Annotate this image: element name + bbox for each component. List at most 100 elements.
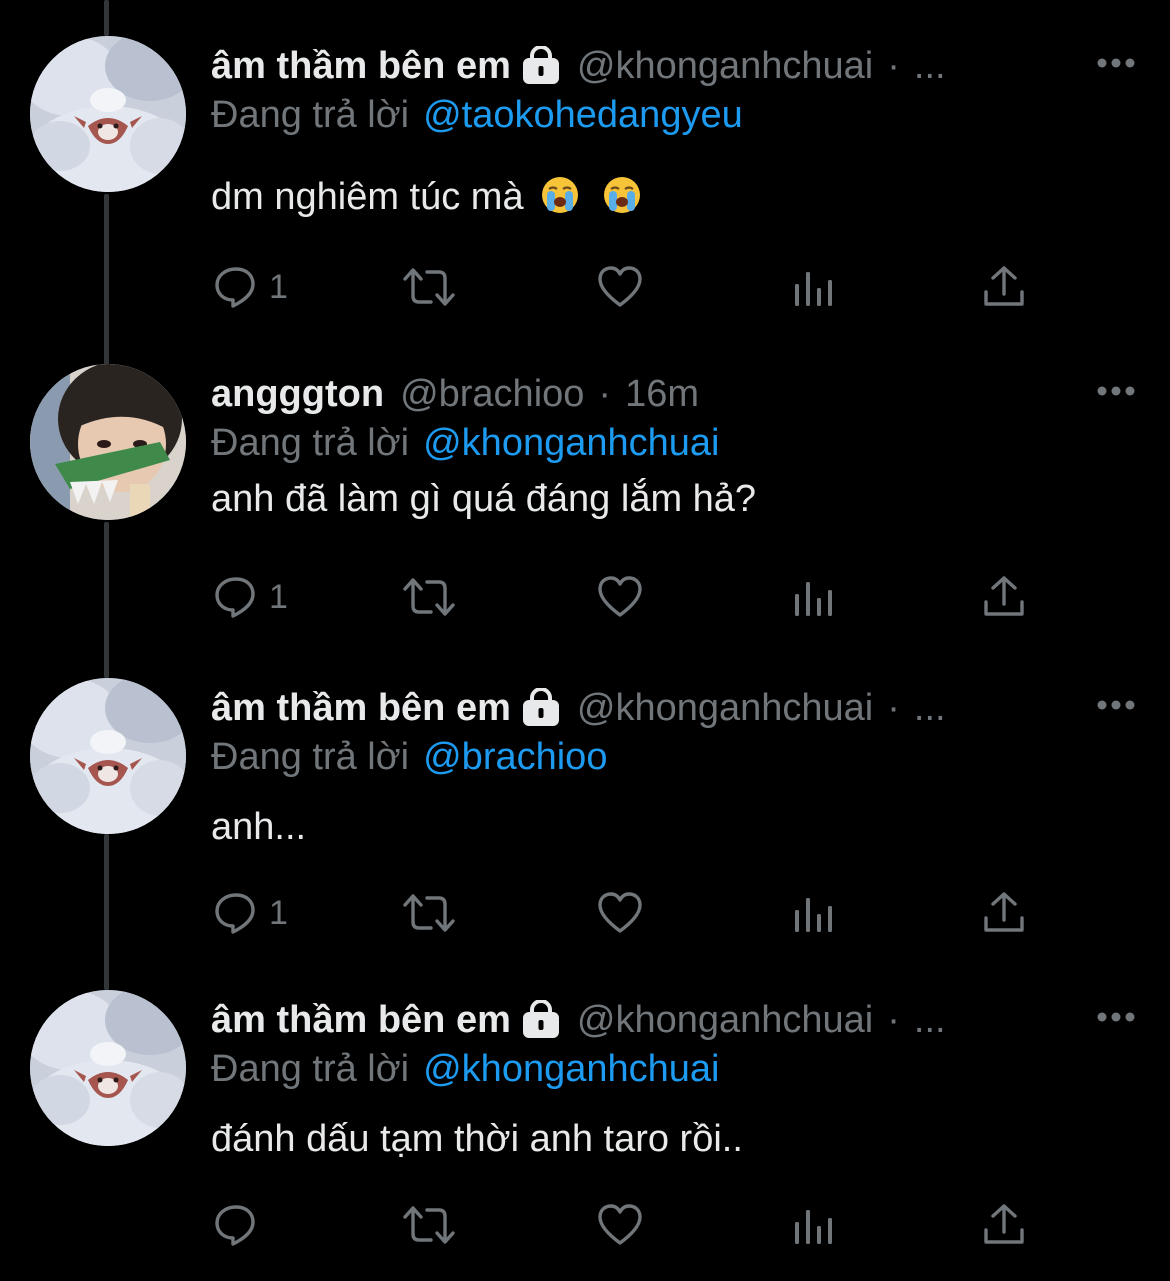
timestamp[interactable]: ... bbox=[914, 682, 946, 734]
tweet[interactable]: angggton @brachioo · 16m Đang trả lời @kh… bbox=[0, 328, 1170, 640]
avatar[interactable] bbox=[30, 678, 186, 834]
like-button[interactable] bbox=[597, 888, 643, 938]
tweet-body: anh... bbox=[211, 806, 307, 848]
tweet-actions: 1 bbox=[211, 888, 1041, 938]
bambi-avatar-image bbox=[30, 36, 186, 192]
analytics-icon bbox=[795, 582, 832, 616]
replying-label: Đang trả lời bbox=[211, 736, 410, 778]
tweet-text: anh... bbox=[211, 802, 306, 852]
views-button[interactable] bbox=[791, 572, 837, 622]
heart-icon bbox=[598, 576, 642, 617]
tweet-body: dm nghiêm túc mà bbox=[211, 176, 524, 218]
retweet-button[interactable] bbox=[401, 1200, 457, 1250]
tweet-body: đánh dấu tạm thời anh taro rồi.. bbox=[211, 1118, 743, 1160]
share-button[interactable] bbox=[981, 888, 1027, 938]
like-button[interactable] bbox=[597, 262, 643, 312]
user-handle[interactable]: @brachioo bbox=[400, 368, 584, 420]
replying-label: Đang trả lời bbox=[211, 1048, 410, 1090]
reply-icon bbox=[215, 577, 255, 618]
reply-button[interactable] bbox=[213, 1200, 269, 1250]
views-button[interactable] bbox=[791, 888, 837, 938]
tweet-text: dm nghiêm túc mà bbox=[211, 172, 642, 222]
display-name[interactable]: angggton bbox=[211, 368, 384, 420]
mention-link[interactable]: @khonganhchuai bbox=[423, 422, 719, 464]
separator: · bbox=[887, 45, 900, 87]
analytics-icon bbox=[795, 272, 832, 306]
analytics-icon bbox=[795, 1210, 832, 1244]
mention-link[interactable]: @khonganhchuai bbox=[423, 1048, 719, 1090]
replying-to: Đang trả lời @taokohedangyeu bbox=[211, 90, 743, 140]
avatar[interactable] bbox=[30, 36, 186, 192]
tweet-text: anh đã làm gì quá đáng lắm hả? bbox=[211, 474, 756, 524]
reply-button[interactable]: 1 bbox=[213, 888, 288, 938]
person-avatar-image bbox=[30, 364, 186, 520]
separator: · bbox=[887, 999, 900, 1041]
bambi-avatar-image bbox=[30, 678, 186, 834]
like-button[interactable] bbox=[597, 1200, 643, 1250]
heart-icon bbox=[598, 266, 642, 307]
tweet[interactable]: âm thầm bên em @khonganhchuai · ... Đang… bbox=[0, 642, 1170, 954]
mention-link[interactable]: @brachioo bbox=[423, 736, 607, 778]
tweet[interactable]: âm thầm bên em @khonganhchuai · ... Đang… bbox=[0, 954, 1170, 1266]
more-icon[interactable] bbox=[1096, 378, 1136, 404]
reply-icon bbox=[215, 267, 255, 308]
separator: · bbox=[887, 687, 900, 729]
timestamp[interactable]: 16m bbox=[625, 368, 699, 420]
user-handle[interactable]: @khonganhchuai bbox=[577, 40, 873, 92]
like-button[interactable] bbox=[597, 572, 643, 622]
more-icon[interactable] bbox=[1096, 692, 1136, 718]
bambi-avatar-image bbox=[30, 990, 186, 1146]
retweet-icon bbox=[403, 578, 455, 616]
retweet-icon bbox=[403, 894, 455, 932]
display-name[interactable]: âm thầm bên em bbox=[211, 682, 511, 734]
user-handle[interactable]: @khonganhchuai bbox=[577, 682, 873, 734]
share-button[interactable] bbox=[981, 572, 1027, 622]
share-icon bbox=[984, 576, 1024, 616]
share-button[interactable] bbox=[981, 1200, 1027, 1250]
tweet-header: âm thầm bên em @khonganhchuai · ... bbox=[211, 994, 946, 1046]
replying-to: Đang trả lời @brachioo bbox=[211, 732, 607, 782]
tweet-body: anh đã làm gì quá đáng lắm hả? bbox=[211, 478, 757, 520]
retweet-button[interactable] bbox=[401, 262, 457, 312]
retweet-icon bbox=[403, 268, 455, 306]
display-name[interactable]: âm thầm bên em bbox=[211, 40, 511, 92]
tweet-actions bbox=[211, 1200, 1041, 1250]
share-icon bbox=[984, 266, 1024, 306]
tweet[interactable]: âm thầm bên em @khonganhchuai · ... Đang… bbox=[0, 0, 1170, 312]
heart-icon bbox=[598, 1204, 642, 1245]
mention-link[interactable]: @taokohedangyeu bbox=[423, 94, 743, 136]
tweet-header: âm thầm bên em @khonganhchuai · ... bbox=[211, 682, 946, 734]
replying-to: Đang trả lời @khonganhchuai bbox=[211, 1044, 719, 1094]
reply-button[interactable]: 1 bbox=[213, 262, 288, 312]
replying-to: Đang trả lời @khonganhchuai bbox=[211, 418, 719, 468]
views-button[interactable] bbox=[791, 1200, 837, 1250]
reply-icon bbox=[215, 1205, 255, 1246]
tweet-actions: 1 bbox=[211, 572, 1041, 622]
analytics-icon bbox=[795, 898, 832, 932]
avatar[interactable] bbox=[30, 990, 186, 1146]
reply-count: 1 bbox=[269, 267, 288, 306]
reply-button[interactable]: 1 bbox=[213, 572, 288, 622]
views-button[interactable] bbox=[791, 262, 837, 312]
loudly-crying-face-icon bbox=[603, 177, 640, 213]
retweet-icon bbox=[403, 1206, 455, 1244]
reply-icon bbox=[215, 893, 255, 934]
timestamp[interactable]: ... bbox=[914, 40, 946, 92]
timestamp[interactable]: ... bbox=[914, 994, 946, 1046]
avatar[interactable] bbox=[30, 364, 186, 520]
heart-icon bbox=[598, 892, 642, 933]
more-icon[interactable] bbox=[1096, 50, 1136, 76]
share-button[interactable] bbox=[981, 262, 1027, 312]
tweet-text: đánh dấu tạm thời anh taro rồi.. bbox=[211, 1114, 743, 1164]
user-handle[interactable]: @khonganhchuai bbox=[577, 994, 873, 1046]
retweet-button[interactable] bbox=[401, 888, 457, 938]
tweet-header: âm thầm bên em @khonganhchuai · ... bbox=[211, 40, 946, 92]
share-icon bbox=[984, 892, 1024, 932]
retweet-button[interactable] bbox=[401, 572, 457, 622]
reply-count: 1 bbox=[269, 577, 288, 616]
reply-count: 1 bbox=[269, 893, 288, 932]
more-icon[interactable] bbox=[1096, 1004, 1136, 1030]
loudly-crying-face-icon bbox=[541, 177, 578, 213]
display-name[interactable]: âm thầm bên em bbox=[211, 994, 511, 1046]
share-icon bbox=[984, 1204, 1024, 1244]
